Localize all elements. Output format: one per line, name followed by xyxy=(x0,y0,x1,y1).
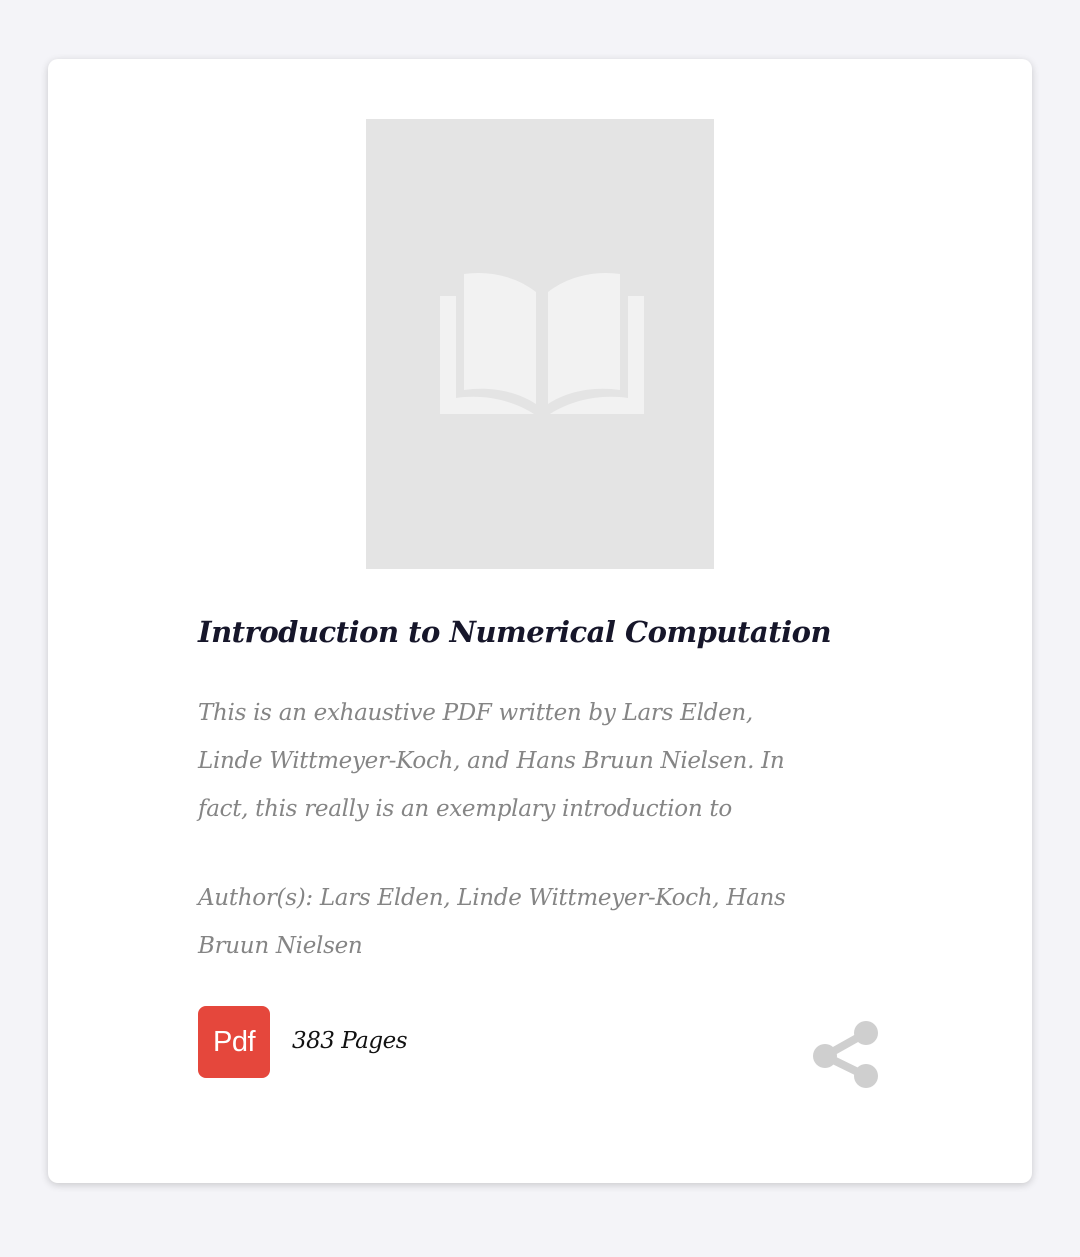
pdf-icon: Pdf xyxy=(198,1006,270,1078)
book-description: This is an exhaustive PDF written by Lar… xyxy=(198,700,785,822)
book-card[interactable]: Introduction to Numerical Computation Th… xyxy=(48,59,1032,1183)
share-icon[interactable] xyxy=(808,1019,882,1093)
page-count: 383 Pages xyxy=(292,1028,408,1054)
pdf-badge-label: Pdf xyxy=(212,1025,256,1058)
book-title[interactable]: Introduction to Numerical Computation xyxy=(198,612,858,652)
book-cover-placeholder[interactable] xyxy=(366,119,714,569)
open-book-icon xyxy=(440,272,644,414)
book-authors: Author(s): Lars Elden, Linde Wittmeyer-K… xyxy=(198,885,786,959)
